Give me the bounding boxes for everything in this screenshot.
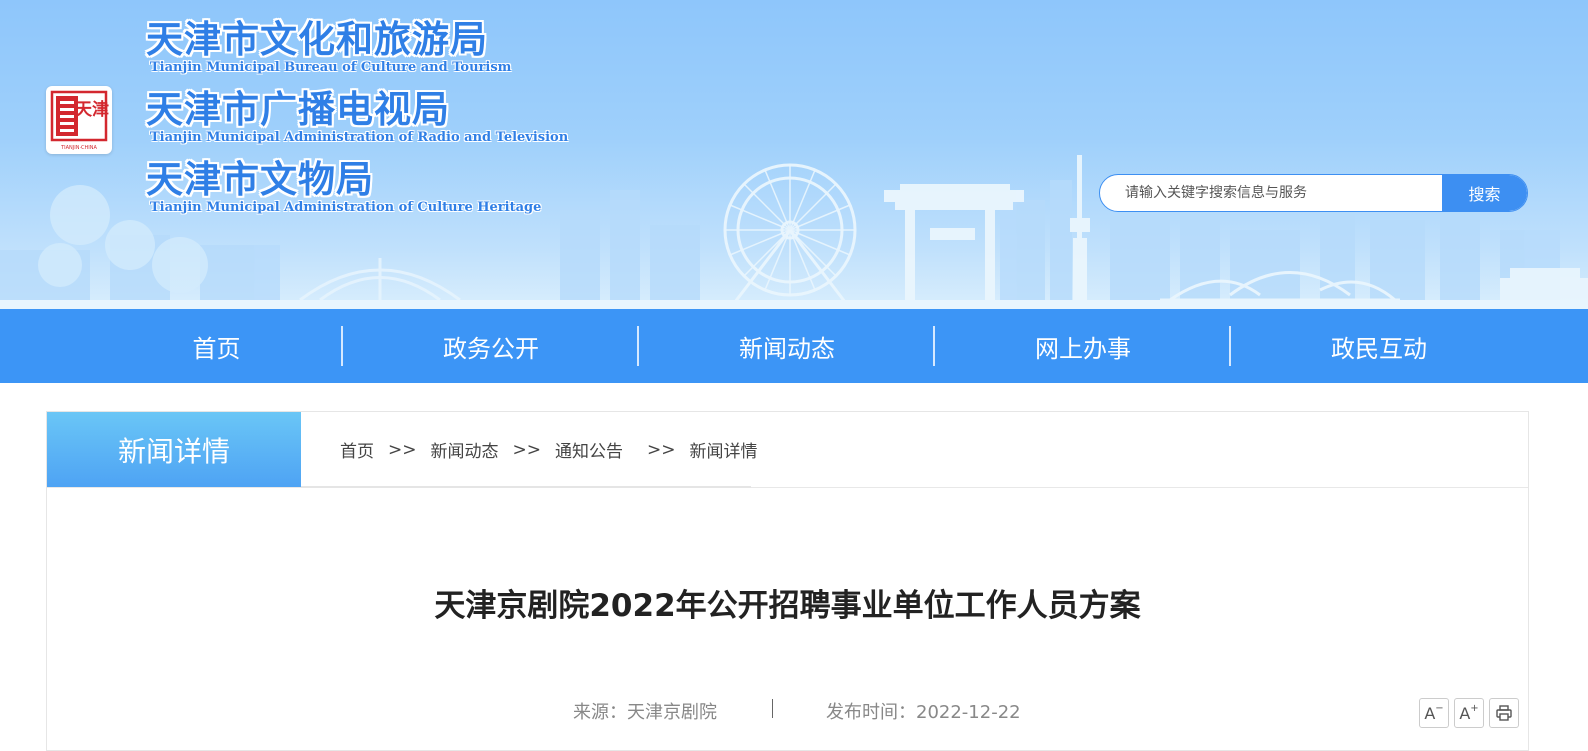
increase-mark: + xyxy=(1470,702,1479,714)
article-source: 来源：天津京剧院 xyxy=(573,702,717,723)
breadcrumb-separator: >> xyxy=(388,439,417,460)
article-tools: A − A + xyxy=(1419,698,1519,728)
bureau-title-cn: 天津市文物局 xyxy=(146,157,374,201)
bureau-title-en: Tianjin Municipal Bureau of Culture and … xyxy=(150,60,512,75)
nav-item-label: 新闻动态 xyxy=(739,334,835,363)
breadcrumb-notices[interactable]: 通知公告 xyxy=(555,437,623,462)
bureau-title-radio-tv[interactable]: 天津市广播电视局 Tianjin Municipal Administratio… xyxy=(146,88,568,145)
bureau-title-en: Tianjin Municipal Administration of Cult… xyxy=(150,200,542,215)
article-panel: 新闻详情 首页 >> 新闻动态 >> 通知公告 >> 新闻详情 天津京剧院202… xyxy=(46,411,1529,751)
breadcrumb-separator: >> xyxy=(512,439,542,460)
breadcrumb-home[interactable]: 首页 xyxy=(340,437,374,462)
font-decrease-button[interactable]: A − xyxy=(1419,698,1449,728)
printer-icon xyxy=(1496,705,1512,721)
breadcrumb-underline xyxy=(301,486,751,488)
print-button[interactable] xyxy=(1489,698,1519,728)
search-button[interactable]: 搜索 xyxy=(1442,175,1527,211)
nav-item-online-services[interactable]: 网上办事 xyxy=(935,309,1231,383)
nav-item-label: 政民互动 xyxy=(1331,334,1427,363)
breadcrumb: 首页 >> 新闻动态 >> 通知公告 >> 新闻详情 xyxy=(340,412,758,487)
nav-item-government-affairs[interactable]: 政务公开 xyxy=(343,309,639,383)
tianjin-seal-icon: 天津 TIANJIN·CHINA xyxy=(50,90,109,151)
font-increase-button[interactable]: A + xyxy=(1454,698,1484,728)
nav-item-label: 网上办事 xyxy=(1035,334,1131,363)
decrease-mark: − xyxy=(1435,702,1444,714)
nav-item-home[interactable]: 首页 xyxy=(0,309,343,383)
breadcrumb-separator: >> xyxy=(647,439,676,460)
bureau-title-en: Tianjin Municipal Administration of Radi… xyxy=(150,130,569,145)
meta-divider xyxy=(772,699,773,718)
main-nav: 首页 政务公开 新闻动态 网上办事 政民互动 xyxy=(0,309,1588,383)
search-box: 搜索 xyxy=(1099,174,1528,212)
bureau-title-cn: 天津市文化和旅游局 xyxy=(146,17,488,61)
crumb-bar: 新闻详情 首页 >> 新闻动态 >> 通知公告 >> 新闻详情 xyxy=(47,412,1528,488)
article-title: 天津京剧院2022年公开招聘事业单位工作人员方案 xyxy=(434,588,1141,624)
nav-item-label: 政务公开 xyxy=(443,334,539,363)
nav-item-news[interactable]: 新闻动态 xyxy=(639,309,935,383)
breadcrumb-current[interactable]: 新闻详情 xyxy=(690,437,758,462)
bureau-title-culture-tourism[interactable]: 天津市文化和旅游局 Tianjin Municipal Bureau of Cu… xyxy=(146,18,511,75)
breadcrumb-news[interactable]: 新闻动态 xyxy=(431,437,499,462)
font-increase-icon: A xyxy=(1459,703,1471,723)
site-logo[interactable]: 天津 TIANJIN·CHINA xyxy=(46,86,112,154)
search-input[interactable] xyxy=(1100,175,1444,211)
bureau-title-culture-heritage[interactable]: 天津市文物局 Tianjin Municipal Administration … xyxy=(146,158,541,215)
font-decrease-icon: A xyxy=(1424,703,1436,723)
nav-item-interaction[interactable]: 政民互动 xyxy=(1231,309,1527,383)
nav-item-label: 首页 xyxy=(192,334,241,363)
logo-text: 天津 xyxy=(75,99,109,120)
article-publish-date: 发布时间：2022-12-22 xyxy=(826,702,1021,723)
section-title: 新闻详情 xyxy=(47,412,301,487)
site-header: 天津 TIANJIN·CHINA 天津市文化和旅游局 Tianjin Munic… xyxy=(0,0,1588,309)
logo-caption: TIANJIN·CHINA xyxy=(60,145,97,151)
bureau-title-cn: 天津市广播电视局 xyxy=(146,87,450,131)
